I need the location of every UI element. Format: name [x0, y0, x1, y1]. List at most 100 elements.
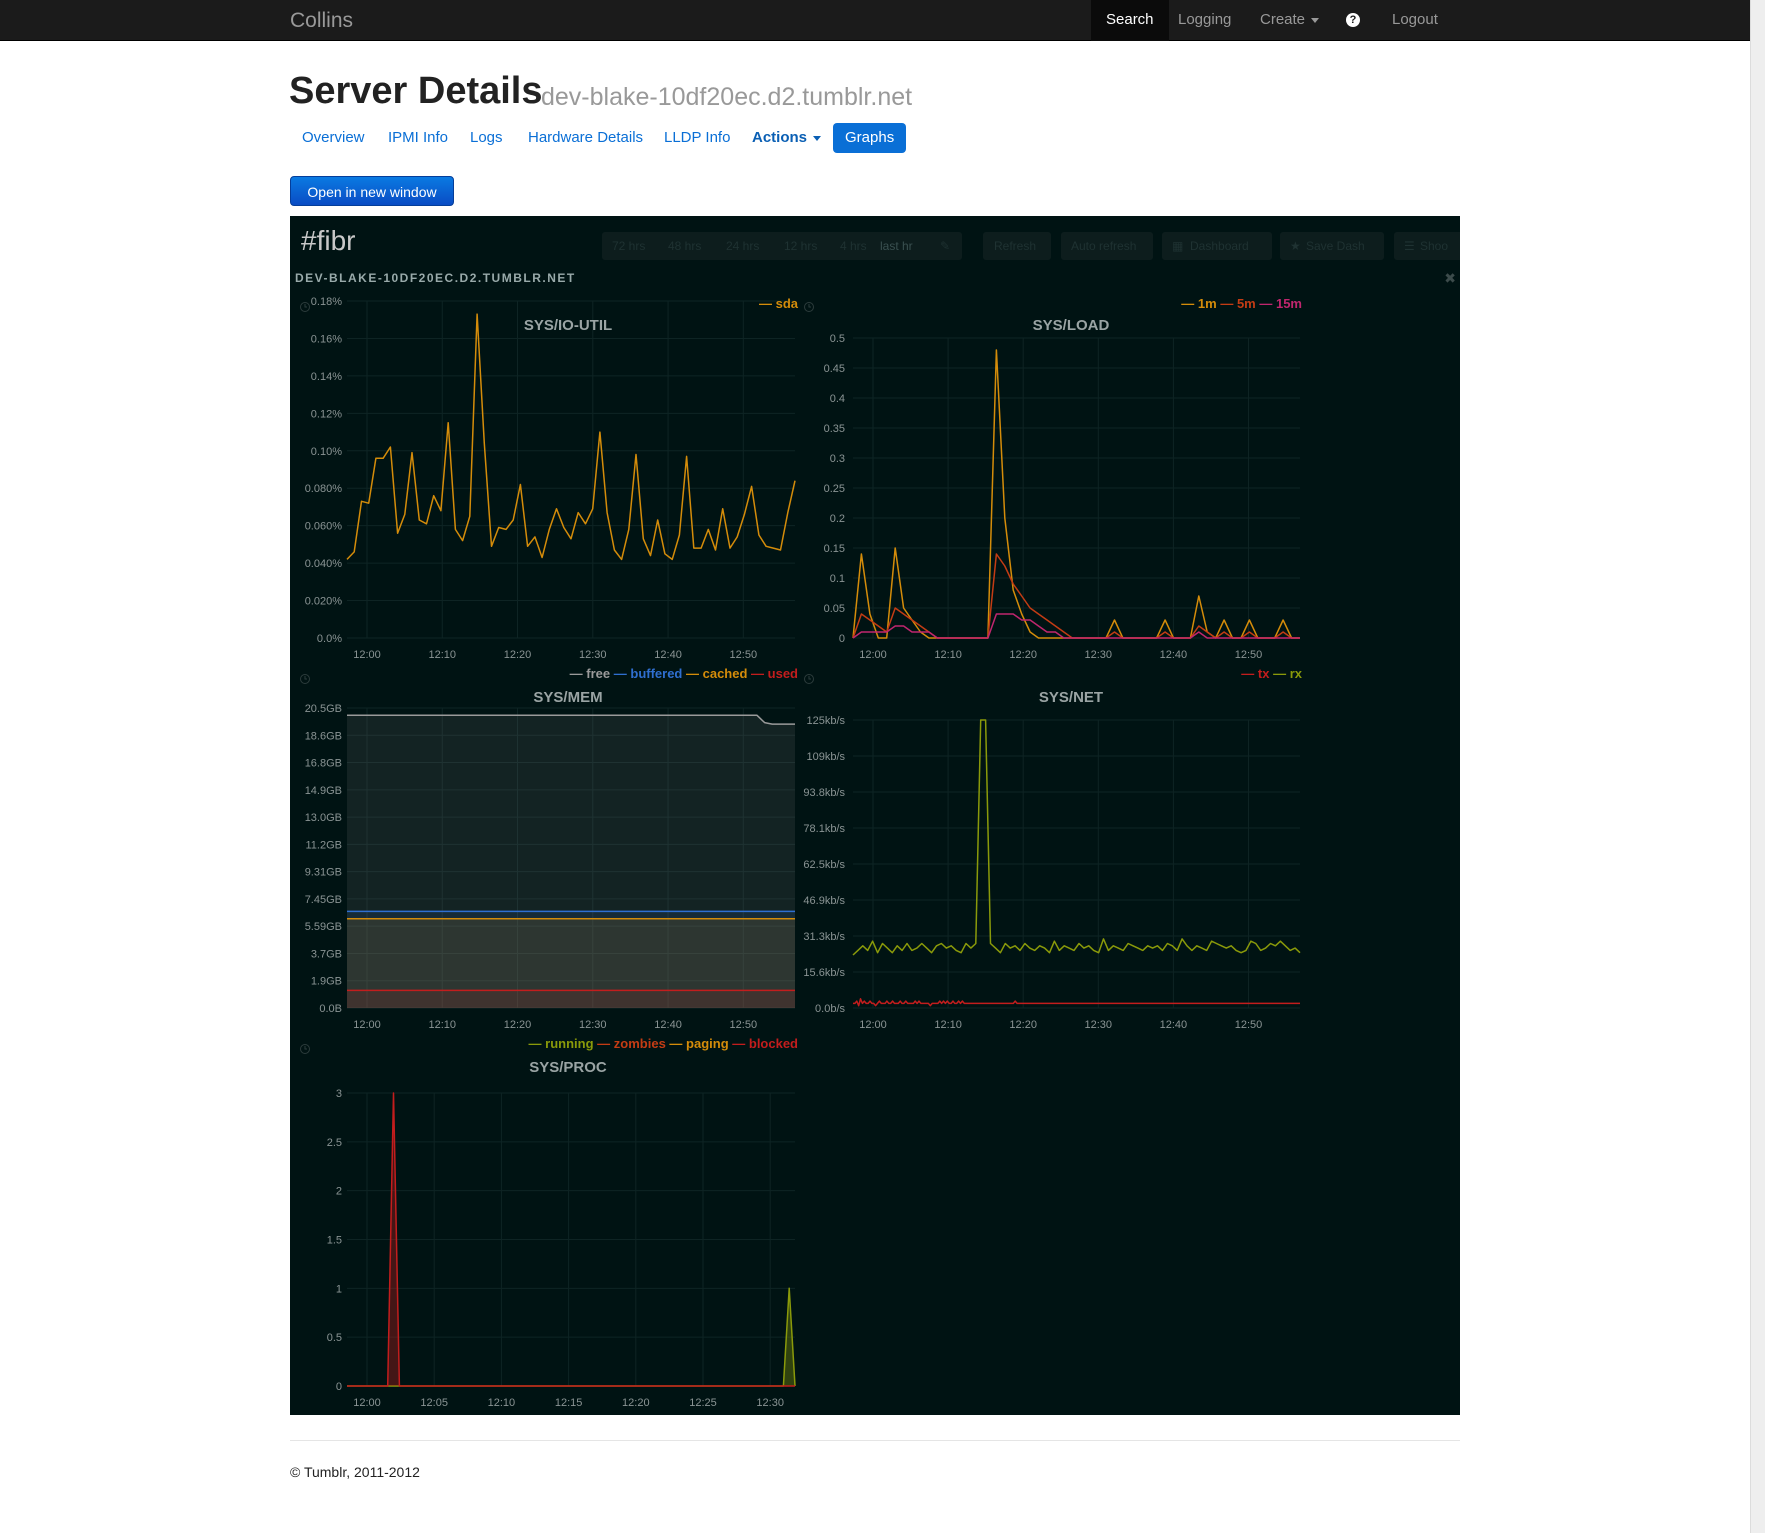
clock-icon [300, 1044, 310, 1054]
clock-icon-hands [304, 1046, 307, 1050]
clock-icon [804, 302, 814, 312]
y-tick-label: 0.5 [327, 1332, 342, 1344]
x-tick-label: 12:30 [1085, 1019, 1113, 1031]
x-tick-label: 12:00 [859, 1019, 887, 1031]
y-tick-label: 15.6kb/s [803, 967, 845, 979]
legend-swatch: — [759, 296, 776, 311]
legend-entry: paging [686, 1036, 729, 1051]
y-tick-label: 0 [839, 633, 845, 645]
x-tick-label: 12:30 [756, 1397, 784, 1409]
y-tick-label: 125kb/s [806, 715, 845, 727]
tab-ipmi-info[interactable]: IPMI Info [376, 123, 460, 153]
y-tick-label: 9.31GB [305, 867, 342, 879]
brand-logo[interactable]: Collins [290, 9, 353, 33]
x-tick-label: 12:50 [730, 1019, 758, 1031]
nav-search[interactable]: Search [1091, 0, 1169, 41]
open-in-new-window-button[interactable]: Open in new window [290, 176, 454, 206]
chart-sys-mem: 0.0B 1.9GB 3.7GB 5.59GB 7.45GB 9.31GB 11.2GB 13… [300, 666, 798, 1031]
chart-title: SYS/MEM [533, 689, 602, 706]
legend-swatch: — [682, 666, 702, 681]
y-tick-label: 1.5 [327, 1235, 342, 1247]
x-tick-label: 12:20 [504, 649, 532, 661]
legend-entry: sda [776, 296, 799, 311]
legend-swatch: — [594, 1036, 614, 1051]
legend-swatch: — [1256, 296, 1276, 311]
series-line-rx [852, 719, 1301, 956]
x-tick-label: 12:50 [1235, 1019, 1263, 1031]
series-line-sda [346, 313, 796, 561]
tab-actions[interactable]: Actions [740, 123, 833, 153]
x-tick-label: 12:00 [353, 1019, 381, 1031]
chevron-down-icon [1311, 17, 1320, 23]
y-tick-label: 0.12% [311, 408, 342, 420]
footer-divider [290, 1440, 1460, 1441]
y-tick-label: 0.040% [305, 558, 343, 570]
x-tick-label: 12:00 [353, 649, 381, 661]
y-tick-label: 5.59GB [305, 921, 342, 933]
nav-create[interactable]: Create [1245, 0, 1334, 41]
nav-logout[interactable]: Logout [1377, 0, 1453, 41]
chart-title: SYS/IO-UTIL [524, 317, 612, 334]
chevron-down-icon [813, 135, 822, 141]
y-tick-label: 0.080% [305, 483, 343, 495]
legend-entry: 5m [1237, 296, 1256, 311]
tab-actions-label: Actions [752, 129, 808, 146]
x-tick-label: 12:50 [1235, 649, 1263, 661]
y-tick-label: 1.9GB [311, 976, 342, 988]
legend-swatch: — [570, 666, 587, 681]
clock-icon-hands [304, 304, 307, 308]
y-tick-label: 0.4 [830, 393, 845, 405]
y-tick-label: 0.0b/s [815, 1003, 845, 1015]
nav-create-label: Create [1260, 11, 1306, 28]
y-tick-label: 0.18% [311, 296, 342, 308]
chart-title: SYS/PROC [529, 1059, 607, 1076]
y-tick-label: 0.0% [317, 633, 342, 645]
x-tick-label: 12:10 [488, 1397, 516, 1409]
y-tick-label: 0.1 [830, 573, 845, 585]
y-tick-label: 14.9GB [305, 785, 342, 797]
y-tick-label: 1 [336, 1283, 342, 1295]
y-tick-label: 0.2 [830, 513, 845, 525]
y-tick-label: 109kb/s [806, 751, 845, 763]
legend-entry: rx [1290, 666, 1303, 681]
x-tick-label: 12:50 [730, 649, 758, 661]
legend-entry: zombies [614, 1036, 666, 1051]
x-tick-label: 12:40 [1160, 1019, 1188, 1031]
legend-entry: 1m [1198, 296, 1217, 311]
y-tick-label: 11.2GB [306, 839, 343, 851]
x-tick-label: 12:00 [859, 649, 887, 661]
x-tick-label: 12:20 [1009, 1019, 1037, 1031]
nav-logging[interactable]: Logging [1163, 0, 1246, 41]
y-tick-label: 7.45GB [305, 894, 342, 906]
tab-hardware-details[interactable]: Hardware Details [516, 123, 655, 153]
x-tick-label: 12:25 [689, 1397, 717, 1409]
legend-entry: cached [703, 666, 748, 681]
page-scrollbar[interactable] [1750, 0, 1765, 1533]
legend-entry: running [545, 1036, 593, 1051]
legend-swatch: — [529, 1036, 546, 1051]
y-tick-label: 0.14% [311, 371, 342, 383]
chart-title: SYS/NET [1039, 689, 1103, 706]
y-tick-label: 2 [336, 1186, 342, 1198]
footer-copyright: © Tumblr, 2011-2012 [290, 1464, 420, 1480]
y-tick-label: 0.10% [311, 446, 342, 458]
clock-icon [804, 674, 814, 684]
x-tick-label: 12:40 [654, 1019, 682, 1031]
chart-sys-io-util: 0.0% 0.020% 0.040% 0.060% 0.080% 0.10% 0.12% 0.… [300, 296, 799, 661]
legend-swatch: — [1241, 666, 1258, 681]
clock-icon-hands [304, 676, 307, 680]
legend-swatch: — [1181, 296, 1198, 311]
legend-entry: blocked [749, 1036, 798, 1051]
tab-lldp-info[interactable]: LLDP Info [652, 123, 742, 153]
tab-logs[interactable]: Logs [458, 123, 515, 153]
tab-graphs[interactable]: Graphs [833, 123, 907, 153]
y-tick-label: 18.6GB [305, 730, 342, 742]
help-icon[interactable]: ? [1346, 13, 1360, 27]
y-tick-label: 16.8GB [305, 758, 342, 770]
x-tick-label: 12:30 [1085, 649, 1113, 661]
legend-swatch: — [1269, 666, 1289, 681]
x-tick-label: 12:20 [504, 1019, 532, 1031]
y-tick-label: 0.35 [824, 423, 845, 435]
tab-overview[interactable]: Overview [290, 123, 377, 153]
chart-title: SYS/LOAD [1033, 317, 1110, 334]
